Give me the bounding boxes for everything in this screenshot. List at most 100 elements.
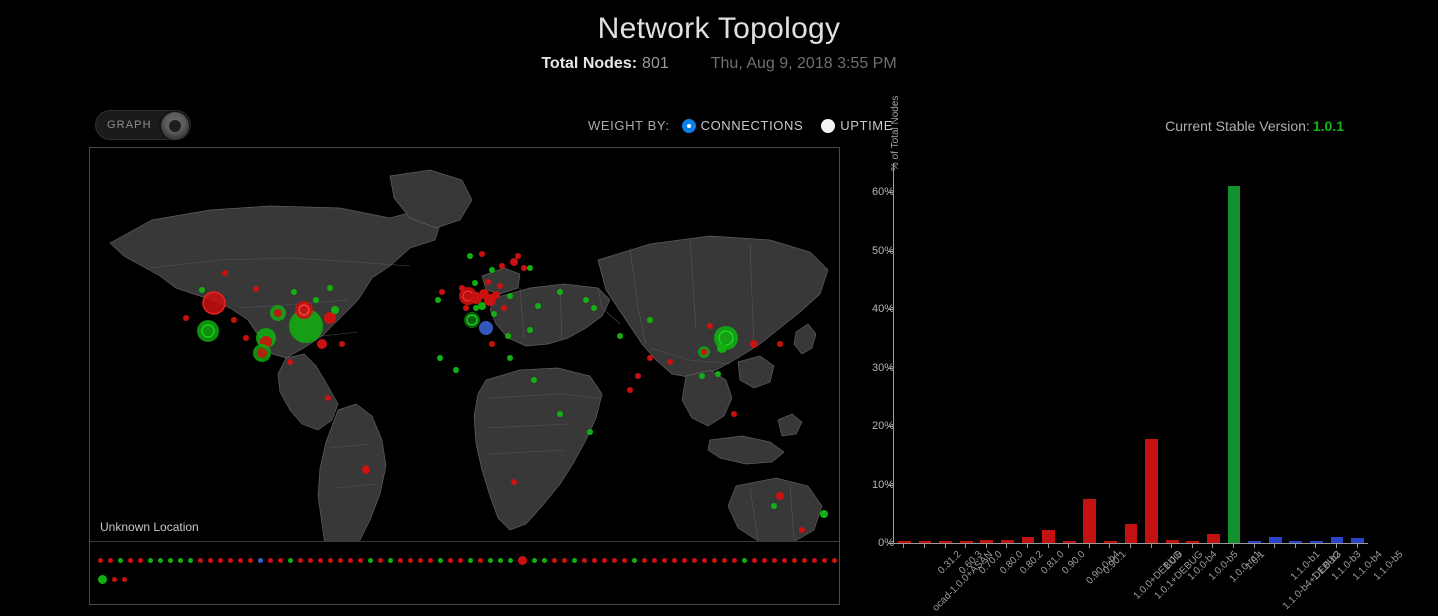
unknown-node-dot[interactable] — [642, 558, 647, 563]
unknown-node-dot[interactable] — [468, 558, 473, 563]
unknown-node-dot[interactable] — [228, 558, 233, 563]
unknown-node-dot[interactable] — [328, 558, 333, 563]
unknown-node-dot[interactable] — [612, 558, 617, 563]
unknown-node-dot[interactable] — [458, 558, 463, 563]
chart-bar[interactable] — [1124, 524, 1138, 543]
unknown-node-dot[interactable] — [428, 558, 433, 563]
x-tick-mark — [1068, 543, 1070, 548]
unknown-node-dot[interactable] — [168, 558, 173, 563]
unknown-node-dot[interactable] — [268, 558, 273, 563]
unknown-node-dot[interactable] — [572, 558, 577, 563]
unknown-node-dot[interactable] — [542, 558, 547, 563]
unknown-node-dot[interactable] — [662, 558, 667, 563]
unknown-node-dot[interactable] — [438, 558, 443, 563]
unknown-node-dot[interactable] — [672, 558, 677, 563]
unknown-node-dot[interactable] — [158, 558, 163, 563]
unknown-node-dot[interactable] — [488, 558, 493, 563]
unknown-node-dot[interactable] — [368, 558, 373, 563]
unknown-node-dot[interactable] — [478, 558, 483, 563]
unknown-node-dot[interactable] — [682, 558, 687, 563]
unknown-node-dot[interactable] — [118, 558, 123, 563]
unknown-node-dot[interactable] — [148, 558, 153, 563]
unknown-node-dot[interactable] — [762, 558, 767, 563]
unknown-node-dot[interactable] — [298, 558, 303, 563]
unknown-node-dot[interactable] — [258, 558, 263, 563]
unknown-node-dot[interactable] — [802, 558, 807, 563]
chart-bar[interactable] — [1083, 498, 1097, 543]
unknown-node-dot[interactable] — [518, 556, 527, 565]
unknown-node-dot[interactable] — [248, 558, 253, 563]
radio-option-uptime[interactable]: UPTIME — [821, 118, 893, 133]
unknown-node-dot[interactable] — [178, 558, 183, 563]
unknown-node-dot[interactable] — [108, 558, 113, 563]
unknown-node-dot[interactable] — [498, 558, 503, 563]
graph-toggle[interactable]: GRAPH — [95, 110, 191, 140]
unknown-node-dot[interactable] — [552, 558, 557, 563]
unknown-node-dot[interactable] — [722, 558, 727, 563]
unknown-node-dot[interactable] — [832, 558, 837, 563]
radio-option-connections[interactable]: CONNECTIONS — [681, 118, 804, 133]
unknown-node-dot[interactable] — [712, 558, 717, 563]
chart-bar[interactable] — [1165, 540, 1179, 543]
chart-plot-area[interactable] — [893, 163, 1368, 544]
unknown-node-dot[interactable] — [632, 558, 637, 563]
chart-bar[interactable] — [1042, 530, 1055, 543]
unknown-node-dot[interactable] — [592, 558, 597, 563]
chart-bar[interactable] — [1145, 438, 1158, 543]
unknown-node-dot[interactable] — [122, 577, 127, 582]
unknown-node-dot[interactable] — [822, 558, 827, 563]
unknown-node-dot[interactable] — [98, 575, 107, 584]
x-tick-mark — [1047, 543, 1049, 548]
unknown-node-dot[interactable] — [532, 558, 537, 563]
graph-toggle-knob[interactable] — [161, 112, 189, 140]
unknown-node-dot[interactable] — [188, 558, 193, 563]
unknown-node-dot[interactable] — [408, 558, 413, 563]
radio-uptime-icon[interactable] — [821, 118, 836, 133]
unknown-node-dot[interactable] — [772, 558, 777, 563]
unknown-node-dot[interactable] — [692, 558, 697, 563]
unknown-node-dot[interactable] — [582, 558, 587, 563]
world-map-panel[interactable]: Unknown Location — [89, 147, 840, 605]
unknown-node-dot[interactable] — [98, 558, 103, 563]
unknown-node-dot[interactable] — [792, 558, 797, 563]
unknown-node-dot[interactable] — [562, 558, 567, 563]
chart-bar[interactable] — [1207, 534, 1220, 543]
unknown-node-dot[interactable] — [812, 558, 817, 563]
unknown-node-dot[interactable] — [742, 558, 747, 563]
unknown-node-dot[interactable] — [218, 558, 223, 563]
unknown-node-dot[interactable] — [308, 558, 313, 563]
stable-version-label: Current Stable Version: — [1165, 118, 1310, 134]
unknown-node-dot[interactable] — [338, 558, 343, 563]
unknown-node-dot[interactable] — [652, 558, 657, 563]
world-map[interactable] — [90, 148, 839, 604]
unknown-node-row[interactable] — [98, 556, 839, 565]
unknown-node-dot[interactable] — [378, 558, 383, 563]
chart-bar[interactable] — [1227, 186, 1241, 543]
unknown-node-dot[interactable] — [602, 558, 607, 563]
unknown-node-dot[interactable] — [238, 558, 243, 563]
unknown-node-row[interactable] — [98, 575, 132, 584]
unknown-node-dot[interactable] — [388, 558, 393, 563]
y-tick-label: 60% — [871, 186, 894, 199]
unknown-node-dot[interactable] — [448, 558, 453, 563]
unknown-node-dot[interactable] — [752, 558, 757, 563]
unknown-node-dot[interactable] — [508, 558, 513, 563]
unknown-node-dot[interactable] — [198, 558, 203, 563]
unknown-node-dot[interactable] — [318, 558, 323, 563]
unknown-node-dot[interactable] — [622, 558, 627, 563]
unknown-node-dot[interactable] — [348, 558, 353, 563]
unknown-node-dot[interactable] — [358, 558, 363, 563]
radio-connections-icon[interactable] — [681, 118, 696, 133]
unknown-node-dot[interactable] — [128, 558, 133, 563]
unknown-node-dot[interactable] — [702, 558, 707, 563]
unknown-node-dot[interactable] — [782, 558, 787, 563]
unknown-node-dot[interactable] — [112, 577, 117, 582]
unknown-node-dot[interactable] — [732, 558, 737, 563]
unknown-node-dot[interactable] — [418, 558, 423, 563]
unknown-node-dot[interactable] — [138, 558, 143, 563]
unknown-node-dot[interactable] — [288, 558, 293, 563]
unknown-node-dot[interactable] — [208, 558, 213, 563]
x-tick-mark — [965, 543, 967, 548]
unknown-node-dot[interactable] — [398, 558, 403, 563]
unknown-node-dot[interactable] — [278, 558, 283, 563]
